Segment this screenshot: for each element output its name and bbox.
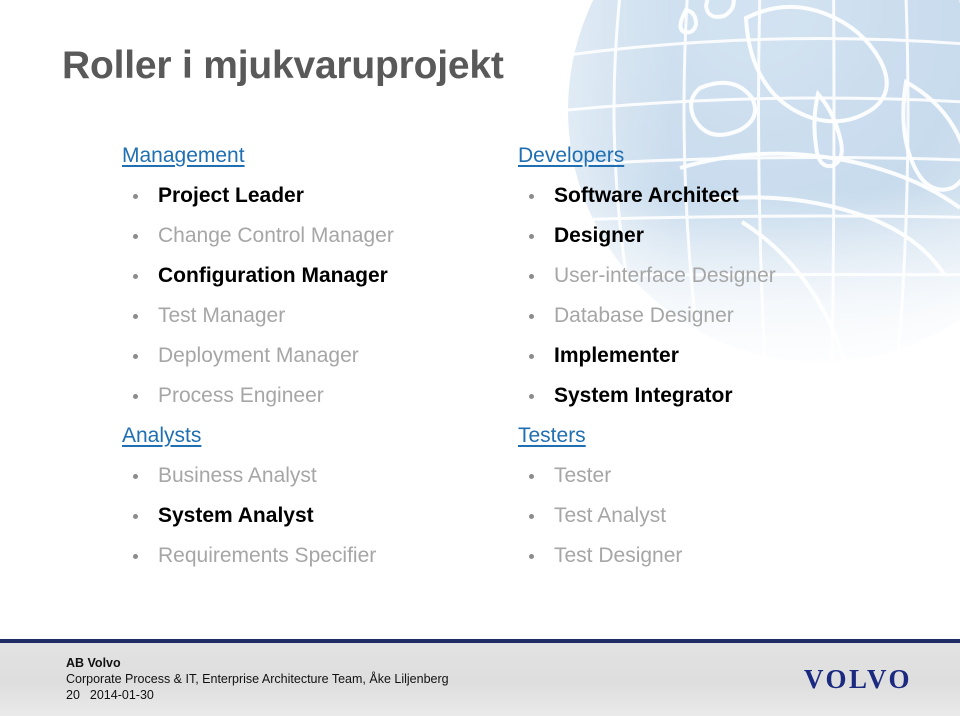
- list-item: Process Engineer: [122, 376, 522, 416]
- role-label: User-interface Designer: [554, 264, 776, 287]
- bullet-dot-icon: [133, 193, 138, 199]
- role-label: System Analyst: [158, 504, 314, 527]
- bullet-dot-icon: [529, 553, 534, 559]
- role-label: Business Analyst: [158, 464, 317, 487]
- list-item: Database Designer: [518, 296, 918, 336]
- group-heading-testers: Testers: [518, 424, 586, 447]
- bullet-dot-icon: [133, 353, 138, 359]
- bullet-dot-icon: [529, 393, 534, 399]
- list-item: Designer: [518, 216, 918, 256]
- role-label: Configuration Manager: [158, 264, 388, 287]
- group-developers: Developers Software Architect Designer U…: [518, 136, 918, 416]
- role-label: Implementer: [554, 344, 679, 367]
- footer-organisation: AB Volvo: [66, 656, 121, 670]
- slide-canvas: Roller i mjukvaruprojekt Management Proj…: [0, 0, 960, 716]
- bullet-dot-icon: [529, 473, 534, 479]
- list-item: Business Analyst: [122, 456, 522, 496]
- bullet-dot-icon: [529, 233, 534, 239]
- footer-date: 2014-01-30: [89, 688, 154, 702]
- content-column-left: Management Project Leader Change Control…: [122, 136, 522, 576]
- role-label: System Integrator: [554, 384, 733, 407]
- group-heading-developers: Developers: [518, 144, 625, 167]
- footer-meta: 20 2014-01-30: [66, 687, 449, 703]
- footer-team: Corporate Process & IT, Enterprise Archi…: [66, 672, 449, 686]
- bullet-dot-icon: [529, 193, 534, 199]
- bullet-dot-icon: [133, 473, 138, 479]
- list-item: Implementer: [518, 336, 918, 376]
- role-label: Project Leader: [158, 184, 304, 207]
- list-item: Deployment Manager: [122, 336, 522, 376]
- role-list-management: Project Leader Change Control Manager Co…: [122, 176, 522, 416]
- role-list-developers: Software Architect Designer User-interfa…: [518, 176, 918, 416]
- bullet-dot-icon: [529, 353, 534, 359]
- content-column-right: Developers Software Architect Designer U…: [518, 136, 918, 576]
- role-label: Deployment Manager: [158, 344, 359, 367]
- list-item: Tester: [518, 456, 918, 496]
- role-label: Requirements Specifier: [158, 544, 377, 567]
- list-item: Test Analyst: [518, 496, 918, 536]
- role-label: Database Designer: [554, 304, 734, 327]
- page-number: 20: [66, 688, 80, 702]
- group-testers: Testers Tester Test Analyst Test Designe…: [518, 416, 918, 576]
- bullet-dot-icon: [529, 313, 534, 319]
- list-item: Configuration Manager: [122, 256, 522, 296]
- list-item: System Integrator: [518, 376, 918, 416]
- list-item: Requirements Specifier: [122, 536, 522, 576]
- bullet-dot-icon: [133, 233, 138, 239]
- group-analysts: Analysts Business Analyst System Analyst…: [122, 416, 522, 576]
- role-label: Test Analyst: [554, 504, 667, 527]
- list-item: Software Architect: [518, 176, 918, 216]
- role-list-analysts: Business Analyst System Analyst Requirem…: [122, 456, 522, 576]
- role-label: Tester: [554, 464, 612, 487]
- list-item: System Analyst: [122, 496, 522, 536]
- bullet-dot-icon: [133, 393, 138, 399]
- group-heading-management: Management: [122, 144, 245, 167]
- list-item: Test Manager: [122, 296, 522, 336]
- volvo-logo: VOLVO: [804, 664, 912, 694]
- list-item: Test Designer: [518, 536, 918, 576]
- bullet-dot-icon: [133, 513, 138, 519]
- role-label: Change Control Manager: [158, 224, 394, 247]
- bullet-dot-icon: [529, 513, 534, 519]
- role-label: Process Engineer: [158, 384, 324, 407]
- group-heading-analysts: Analysts: [122, 424, 202, 447]
- list-item: User-interface Designer: [518, 256, 918, 296]
- bullet-dot-icon: [133, 313, 138, 319]
- bullet-dot-icon: [529, 273, 534, 279]
- list-item: Project Leader: [122, 176, 522, 216]
- list-item: Change Control Manager: [122, 216, 522, 256]
- role-label: Software Architect: [554, 184, 739, 207]
- footer-divider: [0, 639, 960, 643]
- role-label: Designer: [554, 224, 644, 247]
- bullet-dot-icon: [133, 553, 138, 559]
- group-management: Management Project Leader Change Control…: [122, 136, 522, 416]
- role-list-testers: Tester Test Analyst Test Designer: [518, 456, 918, 576]
- page-title: Roller i mjukvaruprojekt: [62, 44, 504, 87]
- role-label: Test Designer: [554, 544, 683, 567]
- footer-text-block: AB Volvo Corporate Process & IT, Enterpr…: [66, 655, 449, 703]
- role-label: Test Manager: [158, 304, 286, 327]
- bullet-dot-icon: [133, 273, 138, 279]
